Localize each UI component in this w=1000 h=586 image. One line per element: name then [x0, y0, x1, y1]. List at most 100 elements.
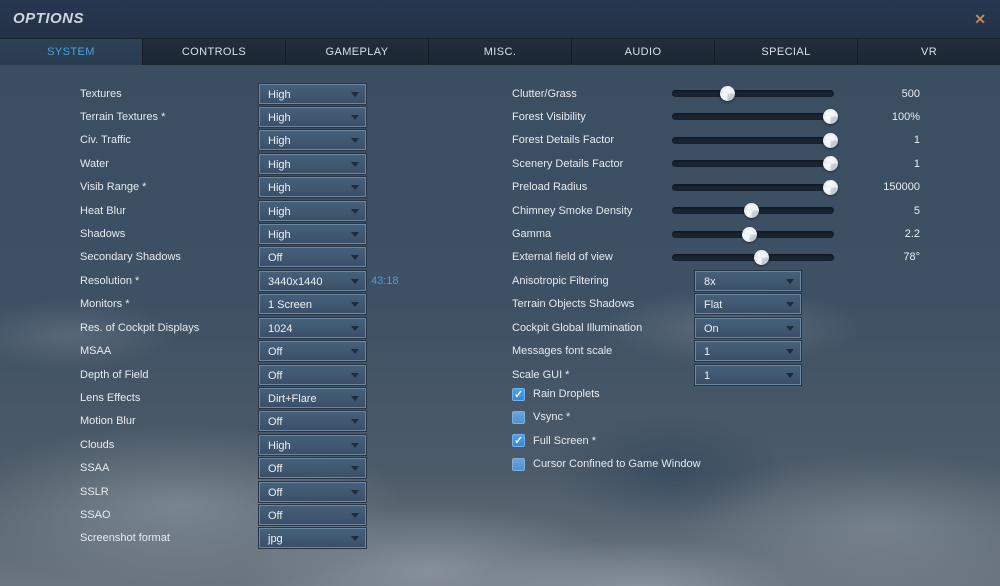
slider-chimney-smoke-density[interactable]: [672, 207, 834, 214]
dropdown-cockpit-global-illumination[interactable]: On: [695, 318, 801, 338]
checkbox-rain-droplets[interactable]: [512, 388, 525, 401]
dropdown-shadows[interactable]: High: [259, 224, 366, 244]
slider-forest-details-factor[interactable]: [672, 137, 834, 144]
checkbox-full-screen[interactable]: [512, 434, 525, 447]
slider-value-external-field-of-view: 78°: [840, 248, 920, 266]
dropdown-heat-blur[interactable]: High: [259, 201, 366, 221]
dropdown-value: 3440x1440: [268, 273, 322, 291]
dropdown-value: Off: [268, 413, 282, 431]
dropdown-sslr[interactable]: Off: [259, 482, 366, 502]
chevron-down-icon: [351, 419, 359, 424]
label-motion-blur: Motion Blur: [80, 412, 136, 430]
slider-thumb-forest-details-factor[interactable]: [823, 133, 838, 148]
label-resolution: Resolution *: [80, 272, 139, 290]
chevron-down-icon: [351, 373, 359, 378]
dropdown-ssaa[interactable]: Off: [259, 458, 366, 478]
label-gamma: Gamma: [512, 225, 551, 243]
label-ssao: SSAO: [80, 506, 111, 524]
dropdown-value: Off: [268, 507, 282, 525]
slider-thumb-scenery-details-factor[interactable]: [823, 156, 838, 171]
slider-clutter-grass[interactable]: [672, 90, 834, 97]
label-scale-gui: Scale GUI *: [512, 366, 569, 384]
slider-scenery-details-factor[interactable]: [672, 160, 834, 167]
checkbox-vsync[interactable]: [512, 411, 525, 424]
chevron-down-icon: [351, 466, 359, 471]
tab-audio[interactable]: AUDIO: [572, 39, 715, 65]
label-shadows: Shadows: [80, 225, 125, 243]
slider-thumb-chimney-smoke-density[interactable]: [744, 203, 759, 218]
label-res-of-cockpit-displays: Res. of Cockpit Displays: [80, 319, 199, 337]
tab-system[interactable]: SYSTEM: [0, 39, 143, 65]
label-anisotropic-filtering: Anisotropic Filtering: [512, 272, 609, 290]
slider-thumb-forest-visibility[interactable]: [823, 109, 838, 124]
slider-preload-radius[interactable]: [672, 184, 834, 191]
dropdown-ssao[interactable]: Off: [259, 505, 366, 525]
chevron-down-icon: [786, 373, 794, 378]
dropdown-depth-of-field[interactable]: Off: [259, 365, 366, 385]
slider-thumb-gamma[interactable]: [742, 227, 757, 242]
close-icon[interactable]: ✕: [974, 10, 986, 28]
dropdown-value: Off: [268, 343, 282, 361]
checkbox-cursor-confined-to-game-window[interactable]: [512, 458, 525, 471]
dropdown-value: Off: [268, 460, 282, 478]
slider-value-scenery-details-factor: 1: [840, 155, 920, 173]
chevron-down-icon: [351, 279, 359, 284]
label-messages-font-scale: Messages font scale: [512, 342, 612, 360]
dropdown-terrain-objects-shadows[interactable]: Flat: [695, 294, 801, 314]
tab-bar: SYSTEMCONTROLSGAMEPLAYMISC.AUDIOSPECIALV…: [0, 39, 1000, 65]
dropdown-value: High: [268, 226, 291, 244]
dropdown-scale-gui[interactable]: 1: [695, 365, 801, 385]
label-vsync: Vsync *: [533, 408, 570, 426]
chevron-down-icon: [351, 138, 359, 143]
dropdown-water[interactable]: High: [259, 154, 366, 174]
label-civ-traffic: Civ. Traffic: [80, 131, 131, 149]
label-screenshot-format: Screenshot format: [80, 529, 170, 547]
dropdown-res-of-cockpit-displays[interactable]: 1024: [259, 318, 366, 338]
dropdown-lens-effects[interactable]: Dirt+Flare: [259, 388, 366, 408]
dropdown-value: jpg: [268, 530, 283, 548]
label-textures: Textures: [80, 85, 122, 103]
slider-value-gamma: 2.2: [840, 225, 920, 243]
tab-vr[interactable]: VR: [858, 39, 1000, 65]
slider-gamma[interactable]: [672, 231, 834, 238]
chevron-down-icon: [786, 326, 794, 331]
slider-thumb-clutter-grass[interactable]: [720, 86, 735, 101]
chevron-down-icon: [351, 209, 359, 214]
titlebar: OPTIONS ✕: [0, 0, 1000, 39]
dropdown-value: On: [704, 320, 719, 338]
dropdown-value: 1 Screen: [268, 296, 312, 314]
window-title: OPTIONS: [13, 10, 84, 27]
slider-external-field-of-view[interactable]: [672, 254, 834, 261]
dropdown-anisotropic-filtering[interactable]: 8x: [695, 271, 801, 291]
tab-misc[interactable]: MISC.: [429, 39, 572, 65]
dropdown-visib-range[interactable]: High: [259, 177, 366, 197]
dropdown-motion-blur[interactable]: Off: [259, 411, 366, 431]
chevron-down-icon: [351, 92, 359, 97]
slider-thumb-external-field-of-view[interactable]: [754, 250, 769, 265]
label-terrain-objects-shadows: Terrain Objects Shadows: [512, 295, 634, 313]
slider-thumb-preload-radius[interactable]: [823, 180, 838, 195]
dropdown-secondary-shadows[interactable]: Off: [259, 247, 366, 267]
dropdown-screenshot-format[interactable]: jpg: [259, 528, 366, 548]
chevron-down-icon: [351, 185, 359, 190]
dropdown-textures[interactable]: High: [259, 84, 366, 104]
label-secondary-shadows: Secondary Shadows: [80, 248, 181, 266]
dropdown-msaa[interactable]: Off: [259, 341, 366, 361]
dropdown-value: High: [268, 86, 291, 104]
dropdown-terrain-textures[interactable]: High: [259, 107, 366, 127]
dropdown-value: Dirt+Flare: [268, 390, 317, 408]
dropdown-resolution[interactable]: 3440x1440: [259, 271, 366, 291]
label-msaa: MSAA: [80, 342, 111, 360]
slider-forest-visibility[interactable]: [672, 113, 834, 120]
tab-controls[interactable]: CONTROLS: [143, 39, 286, 65]
tab-special[interactable]: SPECIAL: [715, 39, 858, 65]
chevron-down-icon: [786, 302, 794, 307]
dropdown-clouds[interactable]: High: [259, 435, 366, 455]
slider-value-clutter-grass: 500: [840, 85, 920, 103]
dropdown-messages-font-scale[interactable]: 1: [695, 341, 801, 361]
dropdown-monitors[interactable]: 1 Screen: [259, 294, 366, 314]
label-rain-droplets: Rain Droplets: [533, 385, 600, 403]
tab-gameplay[interactable]: GAMEPLAY: [286, 39, 429, 65]
label-external-field-of-view: External field of view: [512, 248, 613, 266]
dropdown-civ-traffic[interactable]: High: [259, 130, 366, 150]
